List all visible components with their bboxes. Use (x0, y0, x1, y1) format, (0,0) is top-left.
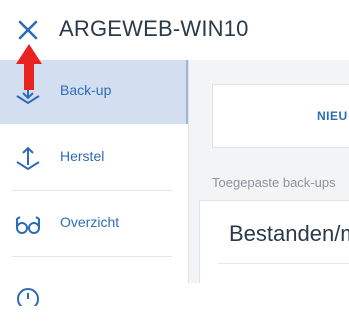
close-button[interactable] (14, 16, 42, 44)
sidebar-item-label: Overzicht (60, 214, 120, 230)
main-content: NIEU Toegepaste back-ups Bestanden/m (189, 60, 349, 283)
applied-backups-heading: Toegepaste back-ups (212, 175, 336, 190)
clock-icon (17, 288, 39, 306)
page-title: ARGEWEB-WIN10 (59, 16, 249, 41)
header: ARGEWEB-WIN10 (0, 0, 349, 60)
sidebar-item-label: Herstel (60, 148, 105, 164)
sidebar: Back-up Herstel Overzicht (0, 60, 189, 306)
restore-upload-icon (16, 146, 40, 171)
sidebar-item-activity[interactable] (0, 258, 188, 322)
files-backup-card[interactable]: Bestanden/m (199, 200, 349, 283)
new-backup-card[interactable]: NIEU (212, 84, 349, 148)
close-icon (18, 20, 38, 40)
sidebar-divider (12, 256, 172, 257)
new-backup-button[interactable]: NIEU (317, 109, 348, 123)
sidebar-item-overzicht[interactable]: Overzicht (0, 192, 188, 256)
red-up-arrow-icon (16, 44, 42, 90)
sidebar-divider (12, 190, 172, 191)
sidebar-item-herstel[interactable]: Herstel (0, 126, 188, 190)
files-card-title: Bestanden/m (229, 221, 349, 246)
glasses-icon (16, 216, 40, 234)
card-divider (218, 263, 349, 264)
sidebar-item-label: Back-up (60, 82, 112, 98)
